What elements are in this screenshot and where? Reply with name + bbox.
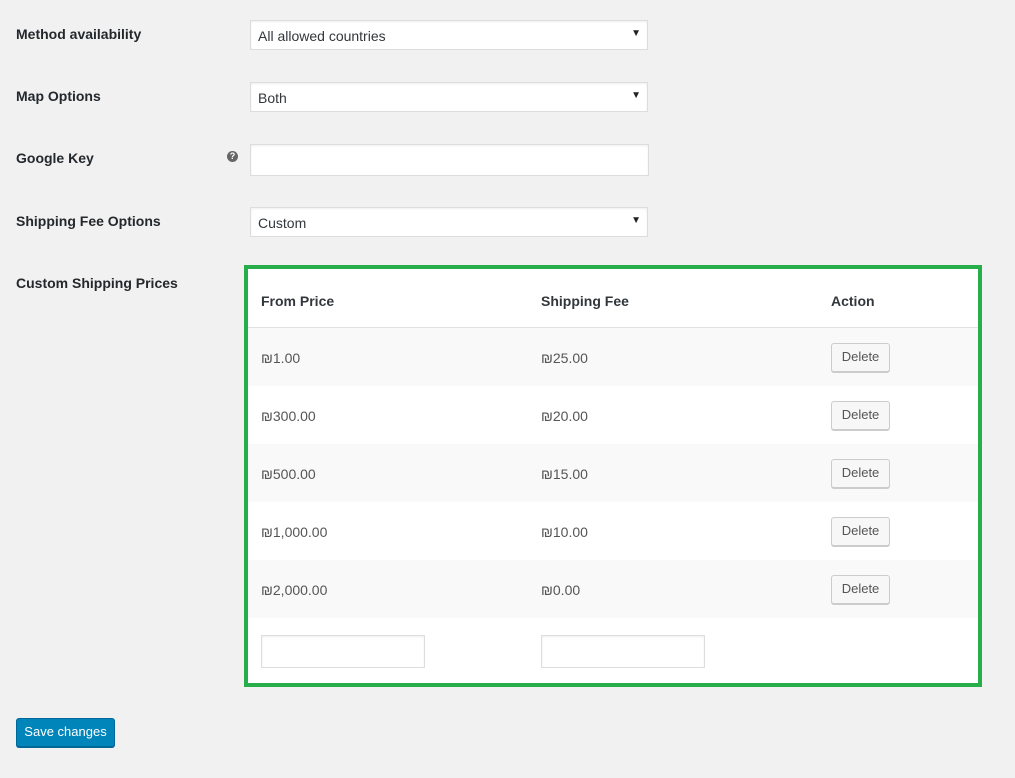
shipping-fee-header: Shipping Fee <box>541 293 629 309</box>
shipping-fee-cell: ₪0.00 <box>541 582 581 598</box>
delete-button[interactable]: Delete <box>831 575 890 604</box>
from-price-cell: ₪500.00 <box>261 466 316 482</box>
from-price-cell: ₪1.00 <box>261 350 301 366</box>
map-options-select[interactable]: Both ▼ <box>250 82 648 112</box>
table-row: ₪300.00 ₪20.00 Delete <box>248 386 978 444</box>
google-key-label: Google Key <box>16 150 94 166</box>
caret-down-icon: ▼ <box>631 90 641 101</box>
custom-shipping-prices-table: From Price Shipping Fee Action ₪1.00 ₪25… <box>244 265 982 687</box>
table-header: From Price Shipping Fee Action <box>248 269 978 328</box>
shipping-fee-cell: ₪20.00 <box>541 408 588 424</box>
table-row: ₪1.00 ₪25.00 Delete <box>248 328 978 386</box>
from-price-cell: ₪300.00 <box>261 408 316 424</box>
help-icon[interactable]: ? <box>227 151 238 162</box>
table-row: ₪500.00 ₪15.00 Delete <box>248 444 978 502</box>
method-availability-label: Method availability <box>16 26 142 42</box>
delete-button[interactable]: Delete <box>831 459 890 488</box>
shipping-fee-options-label: Shipping Fee Options <box>16 213 161 229</box>
table-row: ₪1,000.00 ₪10.00 Delete <box>248 502 978 560</box>
save-changes-button[interactable]: Save changes <box>16 718 115 747</box>
new-shipping-fee-input[interactable] <box>541 635 705 668</box>
table-row: ₪2,000.00 ₪0.00 Delete <box>248 560 978 618</box>
delete-button[interactable]: Delete <box>831 401 890 430</box>
shipping-fee-cell: ₪10.00 <box>541 524 588 540</box>
shipping-fee-options-select[interactable]: Custom ▼ <box>250 207 648 237</box>
from-price-header: From Price <box>261 293 335 309</box>
delete-button[interactable]: Delete <box>831 517 890 546</box>
google-key-input[interactable] <box>250 144 649 176</box>
method-availability-value: All allowed countries <box>258 28 386 44</box>
map-options-value: Both <box>258 90 287 106</box>
delete-button[interactable]: Delete <box>831 343 890 372</box>
shipping-fee-options-value: Custom <box>258 215 307 231</box>
action-header: Action <box>831 293 875 309</box>
method-availability-select[interactable]: All allowed countries ▼ <box>250 20 648 50</box>
caret-down-icon: ▼ <box>631 28 641 39</box>
shipping-fee-cell: ₪15.00 <box>541 466 588 482</box>
new-from-price-input[interactable] <box>261 635 425 668</box>
from-price-cell: ₪2,000.00 <box>261 582 328 598</box>
shipping-fee-cell: ₪25.00 <box>541 350 588 366</box>
map-options-label: Map Options <box>16 88 101 104</box>
custom-shipping-prices-label: Custom Shipping Prices <box>16 275 178 291</box>
from-price-cell: ₪1,000.00 <box>261 524 328 540</box>
caret-down-icon: ▼ <box>631 215 641 226</box>
